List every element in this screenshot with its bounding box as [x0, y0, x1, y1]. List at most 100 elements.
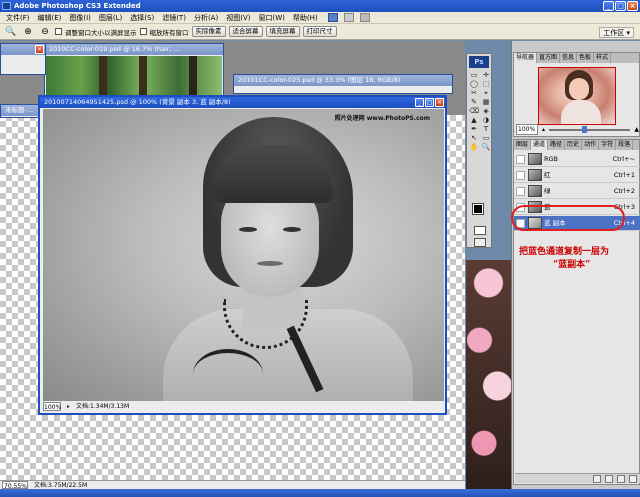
- workspace-dropdown[interactable]: 工作区 ▾: [599, 27, 634, 38]
- portrait-neckline: [193, 349, 263, 399]
- visibility-toggle-icon[interactable]: [516, 155, 525, 164]
- document-window-main[interactable]: 20100714064951425.psd @ 100% (背景 副本 3, 蓝…: [38, 95, 447, 415]
- shape-tool-icon[interactable]: ▭: [480, 134, 492, 143]
- marquee-tool-icon[interactable]: ▭: [468, 71, 480, 80]
- tab-actions[interactable]: 动作: [582, 140, 600, 150]
- document-title[interactable]: 20101CC-color-025.psd @ 33.3% (图层 18, RG…: [234, 75, 452, 86]
- zoom-out-icon[interactable]: ▴: [542, 125, 545, 134]
- blur-tool-icon[interactable]: ▲: [468, 116, 480, 125]
- dodge-tool-icon[interactable]: ◑: [480, 116, 492, 125]
- tab-paths[interactable]: 路径: [548, 140, 566, 150]
- menu-filter[interactable]: 滤镜(T): [158, 12, 190, 24]
- load-selection-icon[interactable]: [593, 475, 601, 483]
- menu-image[interactable]: 图像(I): [65, 12, 95, 24]
- gradient-tool-icon[interactable]: ◈: [480, 107, 492, 116]
- channel-row-red[interactable]: 红 Ctrl+1: [514, 168, 640, 183]
- screen-mode-icon[interactable]: [474, 238, 486, 247]
- screen-mode-icon[interactable]: [359, 13, 370, 22]
- tab-navigator[interactable]: 导航器: [514, 53, 538, 63]
- eraser-tool-icon[interactable]: ⌫: [468, 107, 480, 116]
- channel-image-canvas[interactable]: 照片处理网 www.PhotoPS.com: [43, 109, 444, 401]
- menu-analysis[interactable]: 分析(A): [190, 12, 222, 24]
- zoom-tool-icon[interactable]: 🔍: [4, 26, 18, 38]
- navigator-zoom-slider[interactable]: [549, 125, 631, 133]
- navigator-zoom-field[interactable]: 100%: [516, 124, 538, 135]
- print-size-button[interactable]: 打印尺寸: [302, 26, 337, 37]
- zoom-in-icon[interactable]: ▲: [634, 125, 639, 134]
- navigator-tabs: 导航器 直方图 信息 色板 样式: [514, 53, 639, 63]
- menu-file[interactable]: 文件(F): [2, 12, 34, 24]
- visibility-toggle-icon[interactable]: [516, 171, 525, 180]
- tab-swatches[interactable]: 色板: [577, 53, 595, 63]
- minimize-button[interactable]: _: [603, 1, 614, 11]
- menu-window[interactable]: 窗口(W): [254, 12, 288, 24]
- tab-paragraph[interactable]: 段落: [616, 140, 634, 150]
- magic-wand-tool-icon[interactable]: ⬚: [480, 80, 492, 89]
- close-button[interactable]: ×: [627, 1, 638, 11]
- menu-select[interactable]: 选择(S): [126, 12, 158, 24]
- portrait-eye-left: [239, 227, 257, 232]
- document-title[interactable]: 2010CC-color-019.psd @ 16.7% (hair, ...: [45, 44, 223, 55]
- menu-view[interactable]: 视图(V): [222, 12, 254, 24]
- document-title[interactable]: 未标题-...: [1, 105, 43, 116]
- arrange-icon[interactable]: [343, 13, 354, 22]
- new-channel-icon[interactable]: [617, 475, 625, 483]
- lasso-tool-icon[interactable]: ◯: [468, 80, 480, 89]
- pen-tool-icon[interactable]: ✒: [468, 125, 480, 134]
- save-selection-icon[interactable]: [605, 475, 613, 483]
- watermark-text: 照片处理网 www.PhotoPS.com: [334, 115, 430, 122]
- maximize-button[interactable]: □: [615, 1, 626, 11]
- close-icon[interactable]: ×: [435, 98, 444, 107]
- document-zoom-field[interactable]: 100%: [43, 402, 61, 411]
- channel-row-rgb[interactable]: RGB Ctrl+~: [514, 152, 640, 167]
- tab-character[interactable]: 字符: [599, 140, 617, 150]
- zoom-in-icon[interactable]: ⊕: [21, 26, 35, 38]
- document-window-color-019[interactable]: 2010CC-color-019.psd @ 16.7% (hair, ...: [44, 43, 224, 103]
- delete-channel-icon[interactable]: [629, 475, 637, 483]
- minimize-icon[interactable]: _: [415, 98, 424, 107]
- tab-histogram[interactable]: 直方图: [537, 53, 561, 63]
- status-menu-arrow-icon[interactable]: ▸: [67, 402, 70, 411]
- channel-shortcut: Ctrl+~: [612, 155, 635, 163]
- channel-row-green[interactable]: 绿 Ctrl+2: [514, 184, 640, 199]
- menu-edit[interactable]: 编辑(E): [34, 12, 66, 24]
- visibility-toggle-icon[interactable]: [516, 187, 525, 196]
- path-select-tool-icon[interactable]: ↖: [468, 134, 480, 143]
- tab-info[interactable]: 信息: [560, 53, 578, 63]
- type-tool-icon[interactable]: T: [480, 125, 492, 134]
- navigator-thumbnail[interactable]: [538, 67, 616, 125]
- maximize-icon[interactable]: □: [425, 98, 434, 107]
- foreground-color-swatch[interactable]: [472, 203, 484, 215]
- fit-screen-button[interactable]: 适合屏幕: [228, 26, 263, 37]
- tab-channels[interactable]: 通道: [531, 140, 549, 150]
- hand-tool-icon[interactable]: ✋: [468, 143, 480, 152]
- tab-history[interactable]: 历史: [565, 140, 583, 150]
- stamp-tool-icon[interactable]: ▦: [480, 98, 492, 107]
- channel-shortcut: Ctrl+2: [613, 187, 635, 195]
- slice-tool-icon[interactable]: ⌖: [480, 89, 492, 98]
- zoom-out-icon[interactable]: ⊖: [38, 26, 52, 38]
- options-bar: 🔍 ⊕ ⊖ 调整窗口大小以满屏显示 缩放所有窗口 实际像素 适合屏幕 填充屏幕 …: [0, 24, 640, 40]
- tab-styles[interactable]: 样式: [594, 53, 612, 63]
- actual-pixels-button[interactable]: 实际像素: [191, 26, 226, 37]
- quick-mask-icon[interactable]: [474, 226, 486, 235]
- resize-windows-checkbox[interactable]: [55, 28, 62, 35]
- brush-tool-icon[interactable]: ✎: [468, 98, 480, 107]
- menu-help[interactable]: 帮助(H): [289, 12, 322, 24]
- close-icon[interactable]: ×: [35, 45, 44, 54]
- bridge-icon[interactable]: [327, 13, 338, 22]
- fill-screen-button[interactable]: 填充屏幕: [265, 26, 300, 37]
- crop-tool-icon[interactable]: ✂: [468, 89, 480, 98]
- document-window-color-025[interactable]: 20101CC-color-025.psd @ 33.3% (图层 18, RG…: [233, 74, 453, 94]
- channel-name: 绿: [544, 187, 551, 195]
- back-zoom-field[interactable]: 70.55%: [2, 481, 28, 490]
- move-tool-icon[interactable]: ✛: [480, 71, 492, 80]
- ps-logo-icon[interactable]: Ps: [469, 56, 489, 68]
- tab-layers[interactable]: 图层: [514, 140, 532, 150]
- channel-shortcut: Ctrl+1: [613, 171, 635, 179]
- zoom-tool-icon[interactable]: 🔍: [480, 143, 492, 152]
- document-window-minimized[interactable]: ×: [0, 43, 46, 75]
- zoom-all-checkbox[interactable]: [139, 28, 147, 35]
- document-title[interactable]: 20100714064951425.psd @ 100% (背景 副本 3, 蓝…: [40, 97, 445, 108]
- menu-layer[interactable]: 图层(L): [95, 12, 126, 24]
